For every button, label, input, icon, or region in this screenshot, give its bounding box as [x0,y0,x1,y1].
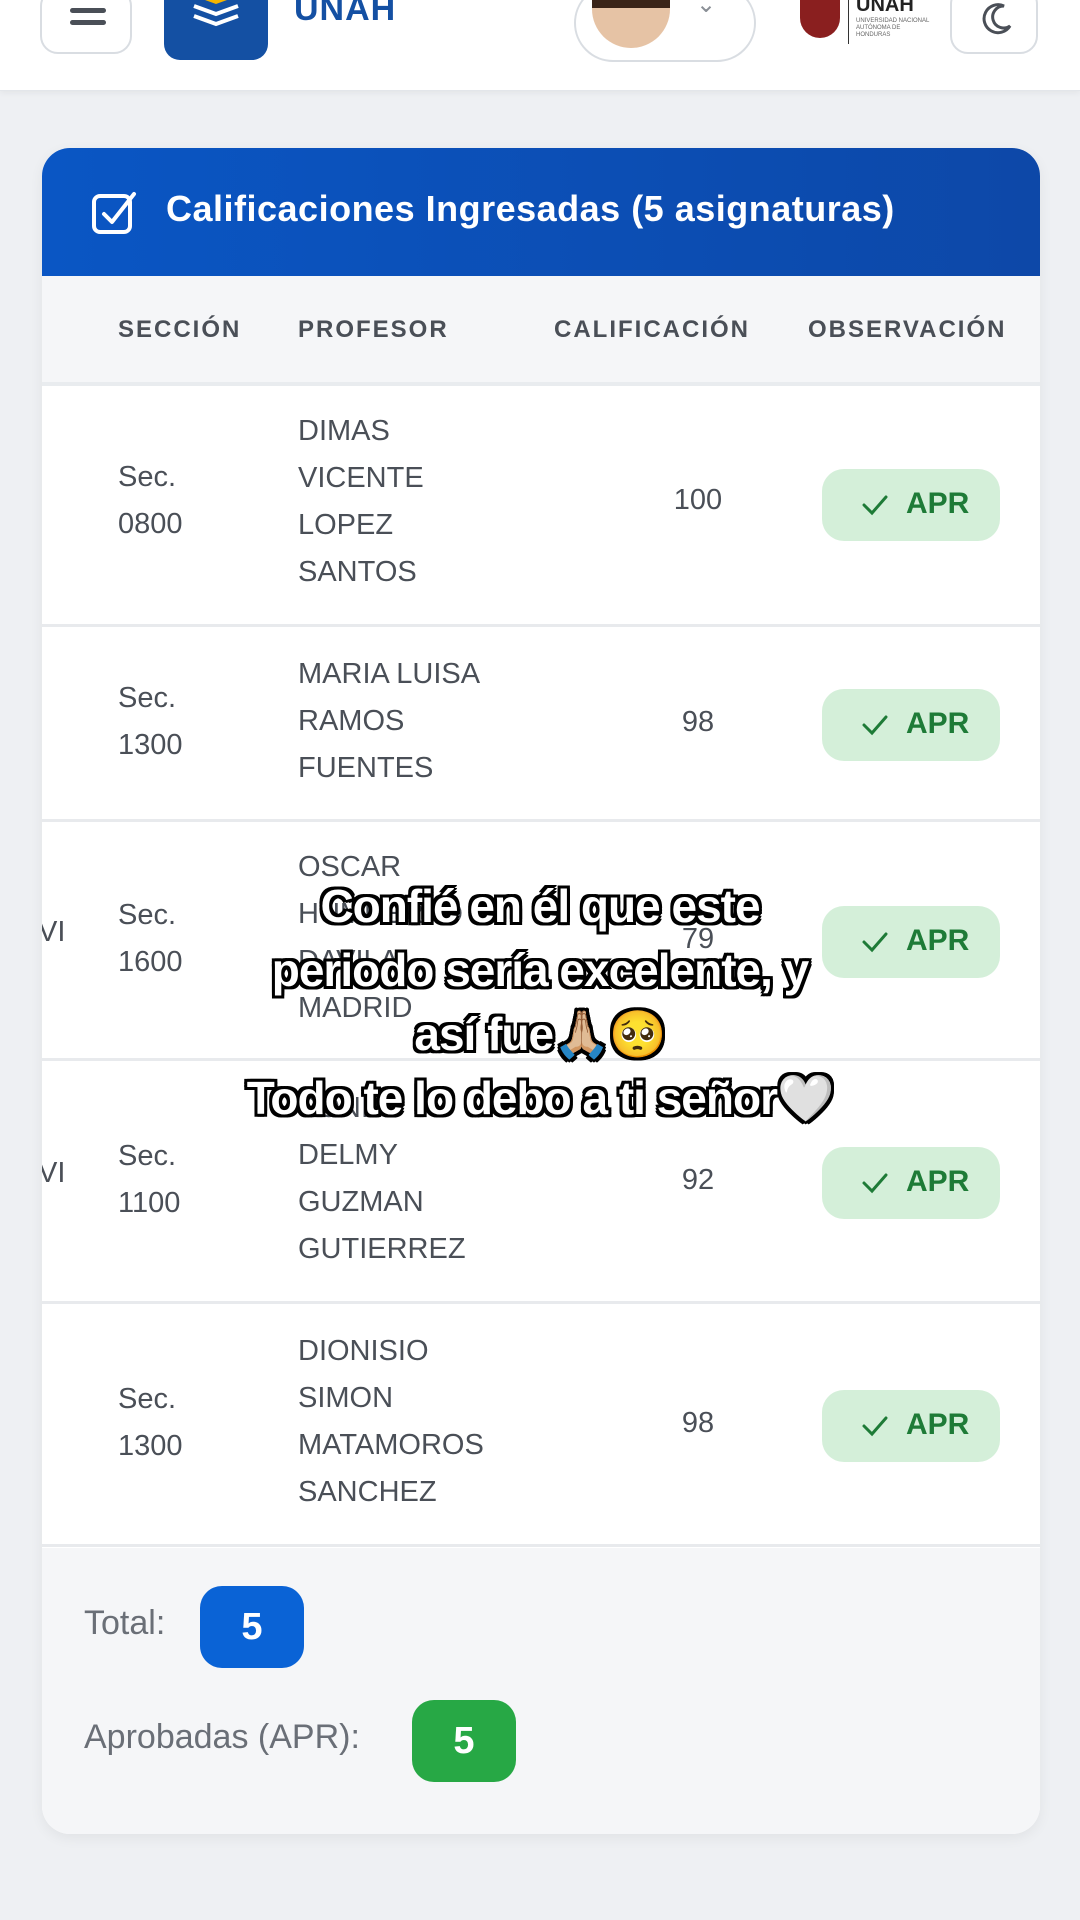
column-header-section: SECCIÓN [118,316,242,343]
grade-cell: 92 [681,1164,715,1196]
professor-cell: DIMAS VICENTE LOPEZ SANTOS [298,415,424,588]
check-square-icon [92,192,136,234]
divider [848,0,849,44]
user-menu[interactable]: ⌄ [574,0,756,62]
chevron-down-icon: ⌄ [696,0,717,18]
theme-toggle-button[interactable] [950,0,1038,54]
app-logo[interactable] [164,0,268,60]
table-row: Sec. 1300 MARIA LUISA RAMOS FUENTES 98 APR [42,627,1040,822]
check-icon [862,715,888,736]
card-header: Calificaciones Ingresadas (5 asignaturas… [42,148,1040,276]
section-cell: Sec. 0800 [118,461,183,540]
status-badge: APR [822,689,1000,761]
book-stack-icon [193,0,239,27]
caption-line: periodo sería excelente, y [271,944,810,996]
status-badge: APR [822,1147,1000,1219]
grade-cell: 100 [673,484,723,516]
check-icon [862,1173,888,1194]
column-header-grade: CALIFICACIÓN [554,316,750,343]
caption-line: Confié en él que este [320,880,760,932]
crest-subtitle: UNIVERSIDAD NACIONAL AUTÓNOMA DE HONDURA… [856,18,930,38]
status-badge: APR [822,469,1000,541]
card-title: Calificaciones Ingresadas (5 asignaturas… [166,188,895,229]
check-icon [862,1416,888,1437]
section-cell: Sec. 1300 [118,682,183,761]
crest-title: UNAH [856,0,914,16]
status-badge: APR [822,1390,1000,1462]
approved-label: Aprobadas (APR): [84,1718,360,1756]
column-header-observation: OBSERVACIÓN [808,316,1007,343]
brand-name: UNAH [294,0,397,28]
moon-icon [982,3,1012,35]
grade-cell: 98 [681,1407,715,1439]
top-bar: UNAH ⌄ UNAH UNIVERSIDAD NACIONAL AUTÓNOM… [0,0,1080,91]
professor-cell: DIONISIO SIMON MATAMOROS SANCHEZ [298,1335,484,1508]
total-label: Total: [84,1604,166,1642]
table-row: Sec. 0800 DIMAS VICENTE LOPEZ SANTOS 100 AP… [42,386,1040,627]
caption-line: así fue🙏🏼🥺 [414,1008,666,1060]
section-cell: Sec. 1300 [118,1383,183,1462]
check-icon [862,495,888,516]
section-cell: Sec. 1100 [118,1140,181,1219]
approved-count-badge: 5 [412,1700,516,1782]
caption-line: Todo te lo debo a ti señor🤍 [246,1072,835,1124]
professor-cell: MARIA LUISA RAMOS FUENTES [298,658,481,784]
avatar [592,0,670,48]
grade-cell: 98 [681,706,715,738]
column-header-professor: PROFESOR [298,316,449,343]
truncated-text: VI [42,1157,66,1189]
summary-footer: Total: 5 Aprobadas (APR): 5 [42,1548,1040,1834]
university-crest-icon [800,0,840,38]
total-count-badge: 5 [200,1586,304,1668]
table-row: Sec. 1300 DIONISIO SIMON MATAMOROS SANCHEZ … [42,1304,1040,1547]
menu-button[interactable] [40,0,132,54]
table-header: SECCIÓN PROFESOR CALIFICACIÓN OBSERVACIÓ… [42,276,1040,390]
video-caption-overlay: Confié en él que este periodo sería exce… [0,874,1080,1130]
